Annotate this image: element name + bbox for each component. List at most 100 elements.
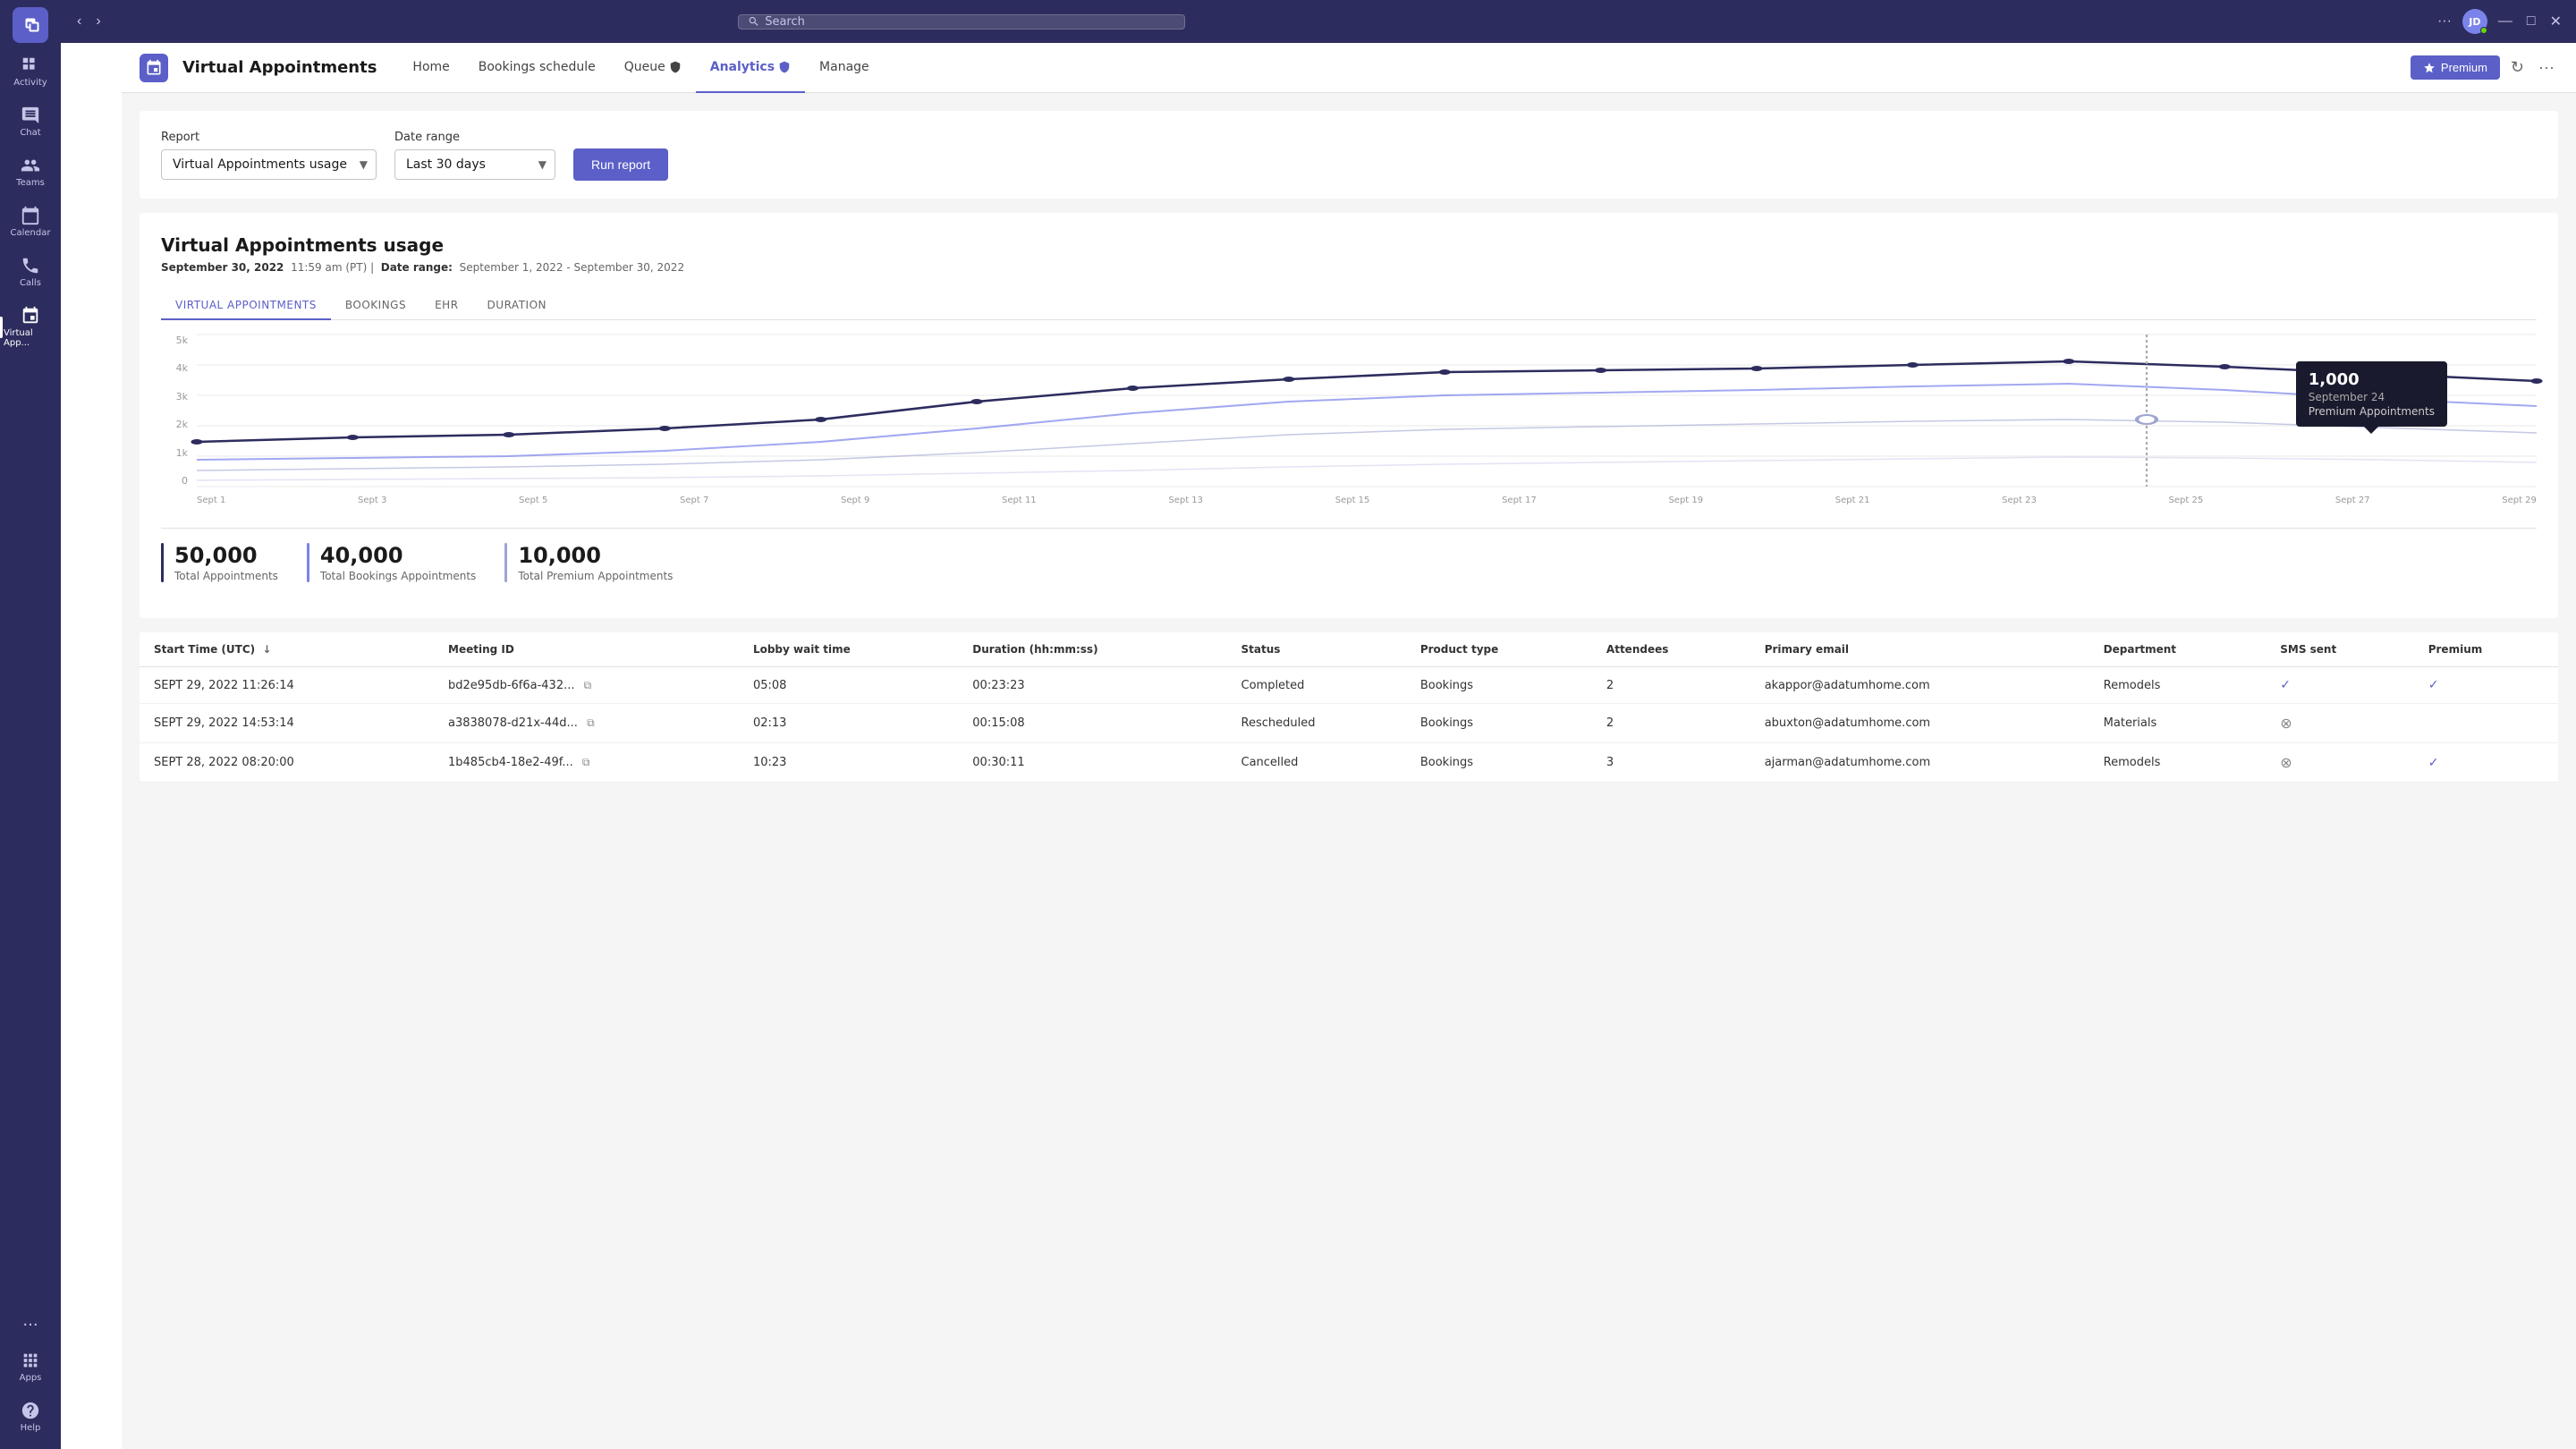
nav-item-bookings-schedule[interactable]: Bookings schedule <box>464 43 610 93</box>
td-duration: 00:23:23 <box>958 667 1226 704</box>
refresh-button[interactable]: ↻ <box>2507 55 2528 80</box>
app-header-right: Premium ↻ ··· <box>2411 55 2558 80</box>
th-status[interactable]: Status <box>1227 632 1406 667</box>
th-duration[interactable]: Duration (hh:mm:ss) <box>958 632 1226 667</box>
report-select-wrapper: Virtual Appointments usage Bookings usag… <box>161 149 377 180</box>
sidebar-item-label: Virtual App... <box>4 328 57 348</box>
table-row: SEPT 29, 2022 11:26:14 bd2e95db-6f6a-432… <box>140 667 2558 704</box>
search-bar[interactable] <box>738 14 1185 30</box>
th-department[interactable]: Department <box>2089 632 2267 667</box>
th-primary-email[interactable]: Primary email <box>1750 632 2089 667</box>
more-options-button[interactable]: ··· <box>2434 10 2455 33</box>
th-start-time[interactable]: Start Time (UTC) ↓ <box>140 632 434 667</box>
check-icon: ✓ <box>2280 678 2291 692</box>
online-status-dot <box>2480 27 2487 34</box>
close-button[interactable]: ✕ <box>2546 9 2565 34</box>
premium-icon <box>2423 62 2436 74</box>
titlebar: ‹ › ··· JD — □ ✕ <box>61 0 2576 43</box>
chart-section: Virtual Appointments usage September 30,… <box>140 213 2558 618</box>
forward-button[interactable]: › <box>90 10 106 33</box>
nav-item-home[interactable]: Home <box>398 43 463 93</box>
teams-logo[interactable] <box>13 7 48 43</box>
chart-tooltip: 1,000 September 24 Premium Appointments <box>2296 361 2447 427</box>
sidebar-item-help[interactable]: Help <box>0 1394 61 1440</box>
copy-icon[interactable]: ⧉ <box>584 679 592 691</box>
sidebar-item-label: Teams <box>16 178 45 188</box>
sidebar-more-button[interactable]: ··· <box>0 1309 61 1342</box>
td-meeting-id: a3838078-d21x-44d... ⧉ <box>434 704 739 743</box>
stat-number: 10,000 <box>518 543 673 568</box>
run-report-button[interactable]: Run report <box>573 148 668 181</box>
table-section: Start Time (UTC) ↓ Meeting ID Lobby wait… <box>140 632 2558 783</box>
app-icon <box>140 54 168 82</box>
td-meeting-id: 1b485cb4-18e2-49f... ⧉ <box>434 743 739 783</box>
chart-meta: September 30, 2022 11:59 am (PT) | Date … <box>161 261 2537 274</box>
circle-icon[interactable]: ⊗ <box>2280 754 2292 771</box>
tooltip-date: September 24 <box>2309 391 2435 403</box>
sidebar-item-calls[interactable]: Calls <box>0 249 61 295</box>
titlebar-navigation: ‹ › <box>72 10 106 33</box>
more-button[interactable]: ··· <box>2535 55 2558 80</box>
sidebar-item-calendar[interactable]: Calendar <box>0 199 61 245</box>
td-attendees: 2 <box>1592 667 1750 704</box>
chart-tab-bookings[interactable]: BOOKINGS <box>331 292 420 320</box>
stat-label: Total Appointments <box>174 570 278 582</box>
sidebar-item-activity[interactable]: Activity <box>0 48 61 95</box>
chart-tabs: VIRTUAL APPOINTMENTS BOOKINGS EHR DURATI… <box>161 292 2537 320</box>
user-avatar[interactable]: JD <box>2462 9 2487 34</box>
check-icon: ✓ <box>2428 678 2439 692</box>
sidebar-item-label: Calendar <box>11 228 51 238</box>
nav-item-analytics[interactable]: Analytics <box>696 43 805 93</box>
th-attendees[interactable]: Attendees <box>1592 632 1750 667</box>
premium-button[interactable]: Premium <box>2411 55 2500 80</box>
data-table: Start Time (UTC) ↓ Meeting ID Lobby wait… <box>140 632 2558 783</box>
sidebar-item-label: Apps <box>20 1373 42 1383</box>
stat-number: 50,000 <box>174 543 278 568</box>
main-content: Virtual Appointments Home Bookings sched… <box>122 43 2576 1449</box>
chart-tab-virtual-appointments[interactable]: VIRTUAL APPOINTMENTS <box>161 292 331 320</box>
sidebar-item-apps[interactable]: Apps <box>0 1343 61 1390</box>
chart-title: Virtual Appointments usage <box>161 234 2537 256</box>
report-select[interactable]: Virtual Appointments usage Bookings usag… <box>161 149 377 180</box>
sidebar-item-label: Calls <box>20 278 41 288</box>
tooltip-label: Premium Appointments <box>2309 405 2435 418</box>
chart-area: 5k 4k 3k 2k 1k 0 <box>161 335 2537 513</box>
td-start-time: SEPT 29, 2022 14:53:14 <box>140 704 434 743</box>
td-attendees: 2 <box>1592 704 1750 743</box>
copy-icon[interactable]: ⧉ <box>587 716 595 729</box>
circle-icon[interactable]: ⊗ <box>2280 715 2292 732</box>
stat-number: 40,000 <box>320 543 476 568</box>
nav-item-queue[interactable]: Queue <box>610 43 696 93</box>
date-range-field: Date range Last 7 days Last 30 days Last… <box>394 131 555 180</box>
tooltip-value: 1,000 <box>2309 370 2435 389</box>
nav-item-manage[interactable]: Manage <box>805 43 884 93</box>
td-product-type: Bookings <box>1406 667 1592 704</box>
td-start-time: SEPT 28, 2022 08:20:00 <box>140 743 434 783</box>
shield-icon <box>669 61 682 73</box>
sidebar-item-virtual-app[interactable]: Virtual App... <box>0 299 61 355</box>
chart-tab-duration[interactable]: DURATION <box>473 292 561 320</box>
copy-icon[interactable]: ⧉ <box>582 756 590 768</box>
sidebar: Activity Chat Teams Calendar Calls Virtu… <box>0 0 61 1449</box>
sidebar-item-chat[interactable]: Chat <box>0 98 61 145</box>
stat-total-appointments: 50,000 Total Appointments <box>161 543 278 582</box>
back-button[interactable]: ‹ <box>72 10 87 33</box>
search-icon <box>748 15 759 28</box>
td-department: Remodels <box>2089 667 2267 704</box>
th-product-type[interactable]: Product type <box>1406 632 1592 667</box>
stat-bar-light <box>504 543 507 582</box>
date-range-select[interactable]: Last 7 days Last 30 days Last 90 days Cu… <box>394 149 555 180</box>
stat-total-premium: 10,000 Total Premium Appointments <box>504 543 673 582</box>
th-premium[interactable]: Premium <box>2414 632 2558 667</box>
td-premium: ✓ <box>2414 743 2558 783</box>
th-sms-sent[interactable]: SMS sent <box>2266 632 2413 667</box>
sidebar-item-teams[interactable]: Teams <box>0 148 61 195</box>
chart-tab-ehr[interactable]: EHR <box>420 292 472 320</box>
th-meeting-id[interactable]: Meeting ID <box>434 632 739 667</box>
maximize-button[interactable]: □ <box>2523 10 2539 33</box>
minimize-button[interactable]: — <box>2495 10 2516 33</box>
search-input[interactable] <box>765 15 1175 29</box>
th-lobby-wait[interactable]: Lobby wait time <box>739 632 958 667</box>
td-start-time: SEPT 29, 2022 11:26:14 <box>140 667 434 704</box>
td-duration: 00:15:08 <box>958 704 1226 743</box>
